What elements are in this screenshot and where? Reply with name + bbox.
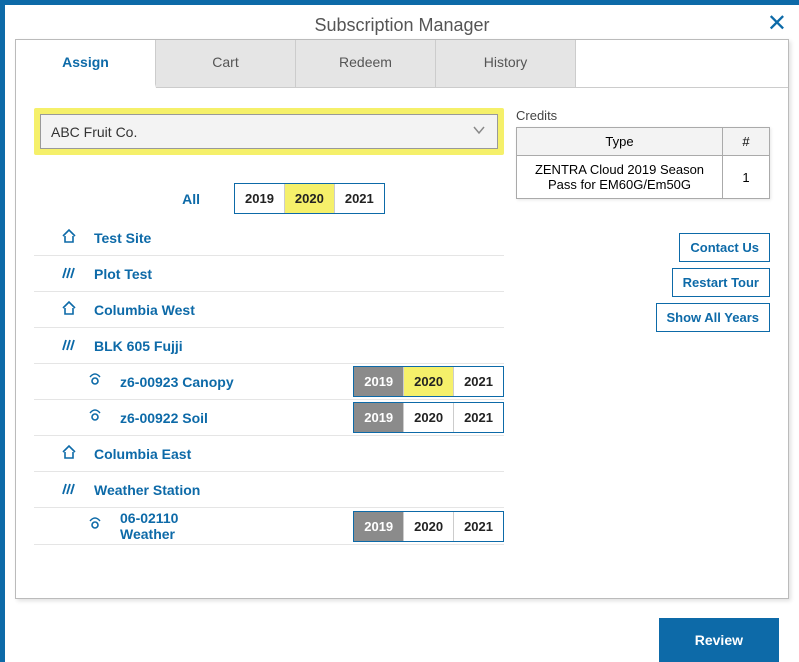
- year-2019-all[interactable]: 2019: [235, 184, 285, 213]
- org-select-highlight: ABC Fruit Co.: [34, 108, 504, 155]
- device-icon: [84, 408, 106, 428]
- tree-row-columbia-east[interactable]: Columbia East: [34, 436, 504, 472]
- home-icon: [58, 444, 80, 464]
- home-icon: [58, 300, 80, 320]
- year-2019-soil[interactable]: 2019: [354, 403, 404, 432]
- plot-icon: [58, 480, 80, 500]
- year-group-all: 2019 2020 2021: [234, 183, 385, 214]
- year-2021-soil[interactable]: 2021: [454, 403, 503, 432]
- tab-assign[interactable]: Assign: [16, 40, 156, 88]
- tree-row-z6-canopy[interactable]: z6-00923 Canopy 2019 2020 2021: [34, 364, 504, 400]
- tree-label: Columbia West: [80, 302, 240, 318]
- tree-label: Plot Test: [80, 266, 240, 282]
- year-2021-all[interactable]: 2021: [335, 184, 384, 213]
- tree-row-weather-station[interactable]: Weather Station: [34, 472, 504, 508]
- tree-label: z6-00923 Canopy: [106, 374, 236, 390]
- credits-col-count: #: [723, 128, 769, 155]
- chevron-down-icon: [471, 122, 487, 141]
- tree-row-plot-test[interactable]: Plot Test: [34, 256, 504, 292]
- year-2020-canopy[interactable]: 2020: [404, 367, 454, 396]
- credits-col-type: Type: [517, 128, 723, 155]
- contact-us-button[interactable]: Contact Us: [679, 233, 770, 262]
- tab-history[interactable]: History: [436, 40, 576, 87]
- show-all-years-button[interactable]: Show All Years: [656, 303, 771, 332]
- tree-label: Columbia East: [80, 446, 240, 462]
- review-button[interactable]: Review: [659, 618, 779, 662]
- tab-redeem[interactable]: Redeem: [296, 40, 436, 87]
- page-title: Subscription Manager: [314, 15, 489, 36]
- plot-icon: [58, 264, 80, 284]
- year-2020-soil[interactable]: 2020: [404, 403, 454, 432]
- year-2019-weather[interactable]: 2019: [354, 512, 404, 541]
- tree-label: z6-00922 Soil: [106, 410, 236, 426]
- year-2021-canopy[interactable]: 2021: [454, 367, 503, 396]
- org-select-value: ABC Fruit Co.: [51, 124, 137, 140]
- credits-table: Type # ZENTRA Cloud 2019 Season Pass for…: [516, 127, 770, 199]
- credits-row-type: ZENTRA Cloud 2019 Season Pass for EM60G/…: [517, 156, 723, 198]
- year-2020-all[interactable]: 2020: [285, 184, 335, 213]
- tree-row-weather-device[interactable]: 06-02110 Weather 2019 2020 2021: [34, 508, 504, 545]
- device-icon: [84, 372, 106, 392]
- tree-label: Test Site: [80, 230, 240, 246]
- org-select[interactable]: ABC Fruit Co.: [40, 114, 498, 149]
- home-icon: [58, 228, 80, 248]
- tree-row-columbia-west[interactable]: Columbia West: [34, 292, 504, 328]
- credits-row-count: 1: [723, 156, 769, 198]
- tab-cart[interactable]: Cart: [156, 40, 296, 87]
- all-label: All: [34, 191, 230, 207]
- year-2020-weather[interactable]: 2020: [404, 512, 454, 541]
- tree-label: BLK 605 Fujji: [80, 338, 240, 354]
- tree-label: 06-02110 Weather: [106, 510, 236, 542]
- tree-row-test-site[interactable]: Test Site: [34, 220, 504, 256]
- plot-icon: [58, 336, 80, 356]
- device-icon: [84, 516, 106, 536]
- tree-label: Weather Station: [80, 482, 240, 498]
- year-2019-canopy[interactable]: 2019: [354, 367, 404, 396]
- credits-heading: Credits: [516, 108, 770, 123]
- restart-tour-button[interactable]: Restart Tour: [672, 268, 770, 297]
- tree-row-blk605[interactable]: BLK 605 Fujji: [34, 328, 504, 364]
- tree-row-z6-soil[interactable]: z6-00922 Soil 2019 2020 2021: [34, 400, 504, 436]
- year-2021-weather[interactable]: 2021: [454, 512, 503, 541]
- close-icon[interactable]: ✕: [767, 9, 787, 38]
